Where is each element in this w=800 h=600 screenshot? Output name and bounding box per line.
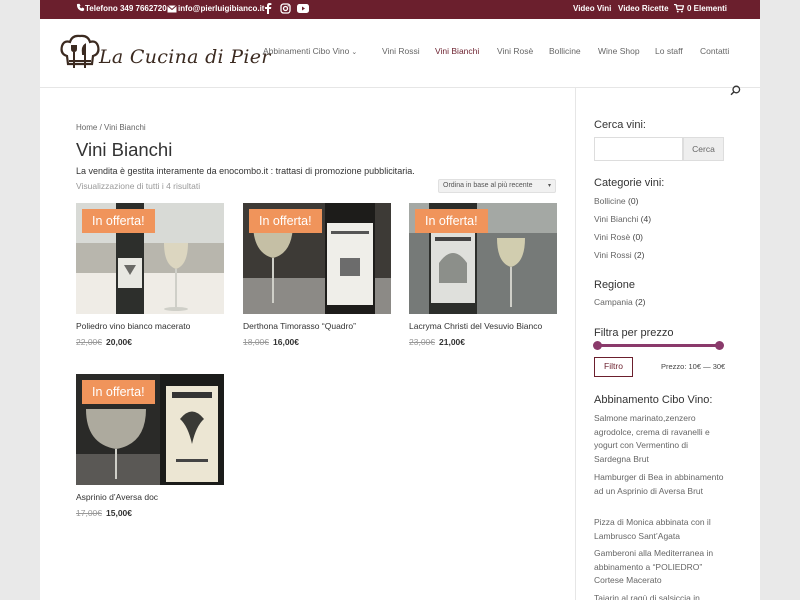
cart-icon[interactable]: [674, 4, 684, 13]
product-name[interactable]: Asprinio d’Aversa doc: [76, 492, 158, 502]
sale-price: 15,00€: [106, 508, 132, 518]
nav-item-vini-rossi[interactable]: Vini Rossi: [382, 46, 420, 56]
logo-text[interactable]: La Cucina di Pier: [99, 46, 271, 68]
product-price: 23,00€ 21,00€: [409, 337, 465, 347]
category-name: Vini Rossi: [594, 250, 632, 260]
region-name: Campania: [594, 297, 633, 307]
old-price: 18,00€: [243, 337, 269, 347]
price-slider-min-handle[interactable]: [593, 341, 602, 350]
category-name: Bollicine: [594, 196, 626, 206]
chevron-down-icon: ▾: [547, 183, 551, 189]
nav-label: Abbinamenti Cibo Vino: [263, 46, 350, 56]
pairing-link[interactable]: Gamberoni alla Mediterranea in abbinamen…: [594, 547, 724, 588]
sale-badge: In offerta!: [82, 209, 155, 233]
nav-item-abbinamenti[interactable]: Abbinamenti Cibo Vino ⌄: [263, 46, 357, 56]
category-count: (2): [634, 250, 645, 260]
search-input[interactable]: [594, 137, 683, 161]
product-image[interactable]: In offerta!: [409, 203, 557, 314]
sort-value: Ordina in base al più recente: [443, 182, 533, 189]
price-slider-max-handle[interactable]: [715, 341, 724, 350]
search-icon[interactable]: [730, 85, 741, 96]
category-link-vini-rose[interactable]: Vini Rosè (0): [594, 232, 643, 242]
shop-description: La vendita è gestita interamente da enoc…: [76, 166, 415, 176]
sale-price: 16,00€: [273, 337, 299, 347]
cart-count[interactable]: 0 Elementi: [687, 4, 727, 13]
category-count: (0): [628, 196, 639, 206]
price-slider-track: [597, 344, 721, 347]
pairing-link[interactable]: Hamburger di Bea in abbinamento ad un As…: [594, 471, 724, 498]
filter-button[interactable]: Filtro: [594, 357, 633, 377]
sale-badge: In offerta!: [82, 380, 155, 404]
instagram-icon[interactable]: [280, 3, 291, 14]
video-ricette-link[interactable]: Video Ricette: [618, 4, 669, 13]
product-image[interactable]: In offerta!: [76, 374, 224, 485]
product-image[interactable]: In offerta!: [76, 203, 224, 314]
category-link-vini-rossi[interactable]: Vini Rossi (2): [594, 250, 644, 260]
nav-item-vini-rose[interactable]: Vini Rosè: [497, 46, 533, 56]
pairing-link[interactable]: Salmone marinato,zenzero agrodolce, crem…: [594, 412, 724, 467]
chevron-down-icon: ⌄: [351, 49, 358, 56]
nav-item-vini-bianchi[interactable]: Vini Bianchi: [435, 46, 479, 56]
sale-badge: In offerta!: [415, 209, 488, 233]
site-header: La Cucina di Pier Abbinamenti Cibo Vino ⌄…: [40, 19, 760, 96]
nav-item-lo-staff[interactable]: Lo staff: [655, 46, 683, 56]
categories-title: Categorie vini:: [594, 177, 665, 189]
result-count: Visualizzazione di tutti i 4 risultati: [76, 181, 201, 191]
page-title: Vini Bianchi: [76, 139, 173, 160]
product-price: 18,00€ 16,00€: [243, 337, 299, 347]
top-bar: Telefono 349 7662720 info@pierluigibianc…: [40, 0, 760, 19]
product-price: 17,00€ 15,00€: [76, 508, 132, 518]
youtube-icon[interactable]: [297, 4, 309, 13]
category-count: (0): [632, 232, 643, 242]
sale-price: 21,00€: [439, 337, 465, 347]
price-range-label: Prezzo: 10€ — 30€: [661, 362, 726, 371]
phone-icon: [76, 3, 85, 12]
search-widget-title: Cerca vini:: [594, 119, 646, 131]
old-price: 17,00€: [76, 508, 102, 518]
pairing-link[interactable]: Tajarin al ragù di salsiccia in: [594, 592, 724, 600]
nav-item-wine-shop[interactable]: Wine Shop: [598, 46, 640, 56]
product-name[interactable]: Lacryma Christi del Vesuvio Bianco: [409, 321, 542, 331]
sale-price: 20,00€: [106, 337, 132, 347]
sidebar-divider: [575, 88, 576, 600]
email-link[interactable]: info@pierluigibianco.it: [178, 4, 264, 13]
facebook-icon[interactable]: [264, 3, 272, 14]
pairing-title: Abbinamento Cibo Vino:: [594, 394, 713, 406]
product-price: 22,00€ 20,00€: [76, 337, 132, 347]
category-link-bollicine[interactable]: Bollicine (0): [594, 196, 638, 206]
region-title: Regione: [594, 279, 635, 291]
region-link-campania[interactable]: Campania (2): [594, 297, 646, 307]
nav-item-contatti[interactable]: Contatti: [700, 46, 729, 56]
sort-select[interactable]: Ordina in base al più recente ▾: [438, 179, 556, 193]
category-count: (4): [640, 214, 652, 224]
region-count: (2): [635, 297, 646, 307]
phone-link[interactable]: Telefono 349 7662720: [85, 4, 167, 13]
email-icon: [167, 5, 177, 13]
product-image[interactable]: In offerta!: [243, 203, 391, 314]
product-name[interactable]: Derthona Timorasso “Quadro”: [243, 321, 356, 331]
price-filter-title: Filtra per prezzo: [594, 327, 674, 339]
page: Telefono 349 7662720 info@pierluigibianc…: [40, 0, 760, 600]
sale-badge: In offerta!: [249, 209, 322, 233]
chef-hat-logo-icon[interactable]: [59, 34, 101, 74]
nav-item-bollicine[interactable]: Bollicine: [549, 46, 581, 56]
pairing-link[interactable]: Pizza di Monica abbinata con il Lambrusc…: [594, 516, 724, 543]
old-price: 23,00€: [409, 337, 435, 347]
video-vini-link[interactable]: Video Vini: [573, 4, 611, 13]
search-button[interactable]: Cerca: [683, 137, 724, 161]
product-name[interactable]: Poliedro vino bianco macerato: [76, 321, 190, 331]
old-price: 22,00€: [76, 337, 102, 347]
category-name: Vini Rosè: [594, 232, 631, 242]
breadcrumb: Home / Vini Bianchi: [76, 123, 146, 132]
category-link-vini-bianchi[interactable]: Vini Bianchi (4): [594, 214, 651, 224]
category-name: Vini Bianchi: [594, 214, 639, 224]
